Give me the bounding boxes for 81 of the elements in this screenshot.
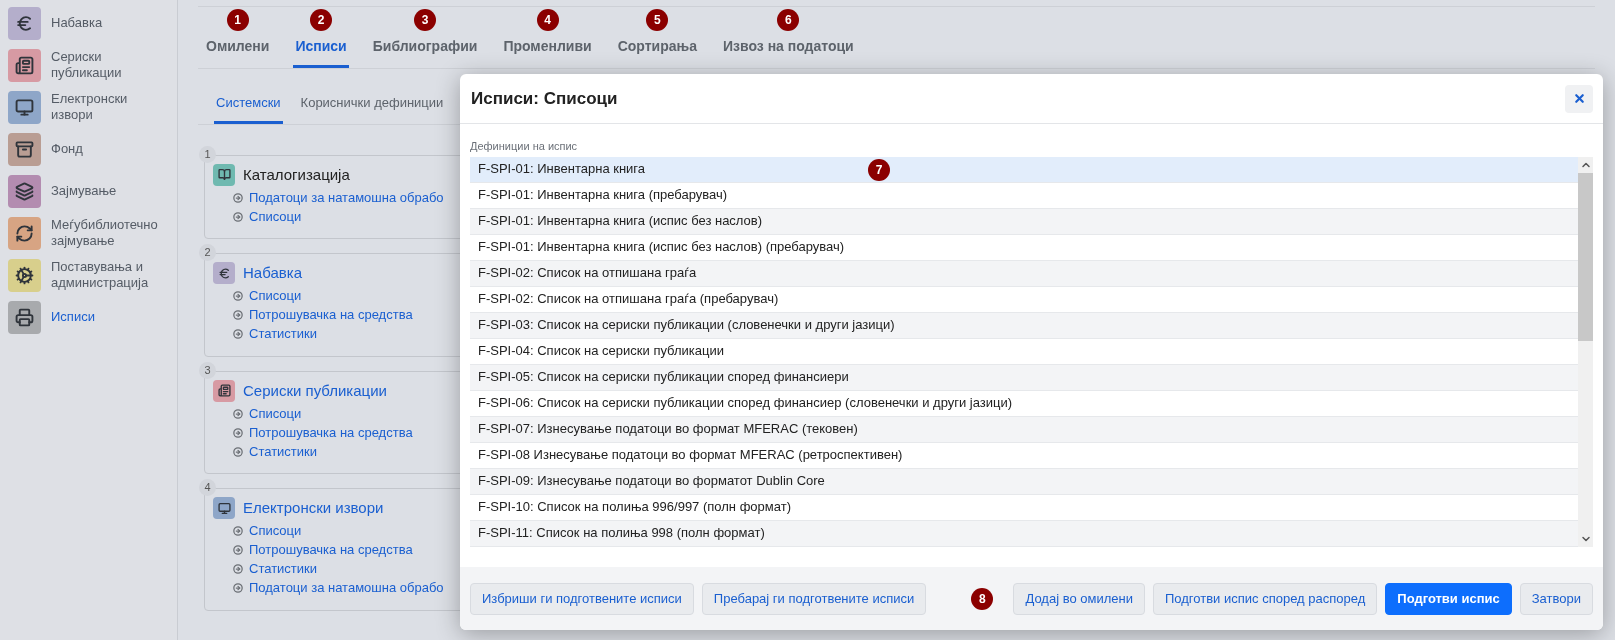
- tab[interactable]: Сортирања: [615, 33, 699, 68]
- section-link[interactable]: Потрошувачка на средства: [249, 540, 413, 560]
- list-row[interactable]: F-SPI-05: Список на сериски публикации според финансиери: [470, 364, 1578, 391]
- callout-marker: 5: [646, 9, 669, 31]
- bullet-icon: [233, 583, 243, 593]
- sidebar-label: Поставувања и администрација: [51, 259, 150, 291]
- section-link[interactable]: Статистики: [249, 441, 318, 462]
- section-link[interactable]: Списоци: [249, 521, 302, 541]
- tab[interactable]: Променливи: [501, 33, 594, 68]
- sidebar-label: Зајмување: [51, 183, 117, 199]
- sidebar-item[interactable]: Набавка: [8, 5, 169, 41]
- callout-marker: 8: [971, 587, 994, 610]
- section-number: 3: [199, 361, 216, 379]
- tab[interactable]: Исписи: [293, 33, 349, 68]
- subtab[interactable]: Системски: [214, 93, 283, 124]
- sidebar-item[interactable]: Електронски извори: [8, 89, 169, 125]
- list-row[interactable]: F-SPI-07: Изнесување податоци во формат MFERAC (тековен): [470, 416, 1578, 443]
- callout-marker: 2: [310, 9, 333, 31]
- section-link[interactable]: Потрошувачка на средства: [249, 422, 413, 443]
- list-label: Дефиниции на испис: [470, 139, 579, 154]
- bullet-icon: [233, 291, 243, 301]
- bullet-icon: [233, 192, 243, 203]
- callout-marker: 4: [536, 9, 559, 31]
- section-title[interactable]: Сериски публикации: [243, 379, 387, 402]
- section-link[interactable]: Статистики: [249, 324, 318, 344]
- sidebar-item[interactable]: Исписи: [8, 299, 169, 335]
- sidebar-label: Сериски публикации: [51, 49, 123, 81]
- sidebar-item[interactable]: Зајмување: [8, 173, 169, 209]
- sidebar-label: Исписи: [51, 309, 95, 325]
- callout-marker: 3: [414, 9, 437, 31]
- list-row[interactable]: F-SPI-02: Список на отпишана граѓа: [470, 260, 1578, 287]
- section-link[interactable]: Списоци: [249, 403, 302, 424]
- tab[interactable]: Библиографии: [370, 33, 480, 68]
- bullet-icon: [233, 211, 243, 222]
- sidebar-item[interactable]: Сериски публикации: [8, 47, 169, 83]
- footer-button[interactable]: Подготви испис според распоред: [1152, 582, 1378, 615]
- bullet-icon: [233, 408, 243, 419]
- section-number: 2: [199, 244, 216, 261]
- scrollbar[interactable]: [1578, 156, 1593, 547]
- list-row[interactable]: F-SPI-03: Список на сериски публикации (словенечки и други јазици): [470, 312, 1578, 339]
- bullet-icon: [233, 526, 243, 536]
- sidebar-label: Фонд: [51, 141, 83, 157]
- sidebar-item[interactable]: Поставувања и администрација: [8, 257, 169, 293]
- dialog-title: Исписи: Списоци: [471, 87, 618, 110]
- callout-marker: 1: [226, 9, 249, 31]
- bullet-icon: [233, 446, 243, 457]
- bullet-icon: [233, 564, 243, 574]
- footer-button[interactable]: Затвори: [1519, 582, 1593, 615]
- section-number: 1: [199, 145, 216, 163]
- callout-marker: 6: [777, 9, 800, 31]
- sidebar-label: Електронски извори: [51, 91, 129, 123]
- sidebar-item[interactable]: Меѓубиблиотечно зајмување: [8, 215, 169, 251]
- list-row[interactable]: F-SPI-01: Инвентарна книга (испис без наслов): [470, 208, 1578, 235]
- bullet-icon: [233, 427, 243, 438]
- footer-button[interactable]: Пребарај ги подготвените исписи: [701, 582, 927, 615]
- sidebar-label: Меѓубиблиотечно зајмување: [51, 217, 159, 249]
- section-link[interactable]: Списоци: [249, 286, 302, 306]
- sidebar-item[interactable]: Фонд: [8, 131, 169, 167]
- tab[interactable]: Омилени: [204, 33, 272, 68]
- bullet-icon: [233, 310, 243, 320]
- list-row[interactable]: F-SPI-11: Список на полиња 998 (полн формат): [470, 520, 1578, 547]
- bullet-icon: [233, 329, 243, 339]
- primary-button[interactable]: Подготви испис: [1385, 582, 1512, 615]
- list-row[interactable]: F-SPI-09: Изнесување податоци во форматот Dublin Core: [470, 468, 1578, 495]
- section-link[interactable]: Податоци за натамошна обрабо: [249, 578, 444, 598]
- section-title[interactable]: Набавка: [243, 262, 302, 285]
- close-button[interactable]: [1565, 84, 1593, 113]
- section-title[interactable]: Електронски извори: [243, 497, 384, 520]
- footer-button[interactable]: Избриши ги подготвените исписи: [470, 582, 694, 615]
- sidebar-label: Набавка: [51, 15, 103, 31]
- bullet-icon: [233, 545, 243, 555]
- section-link[interactable]: Списоци: [249, 206, 302, 227]
- close-icon: [1572, 92, 1586, 105]
- footer-button[interactable]: Додај во омилени: [1013, 582, 1145, 615]
- tab[interactable]: Извоз на податоци: [721, 33, 856, 68]
- section-link[interactable]: Податоци за натамошна обрабо: [249, 187, 444, 208]
- section-title: Каталогизација: [243, 164, 350, 185]
- section-link[interactable]: Статистики: [249, 559, 318, 579]
- subtab[interactable]: Кориснички дефиниции: [298, 93, 446, 124]
- section-link[interactable]: Потрошувачка на средства: [249, 305, 413, 325]
- section-number: 4: [199, 479, 216, 496]
